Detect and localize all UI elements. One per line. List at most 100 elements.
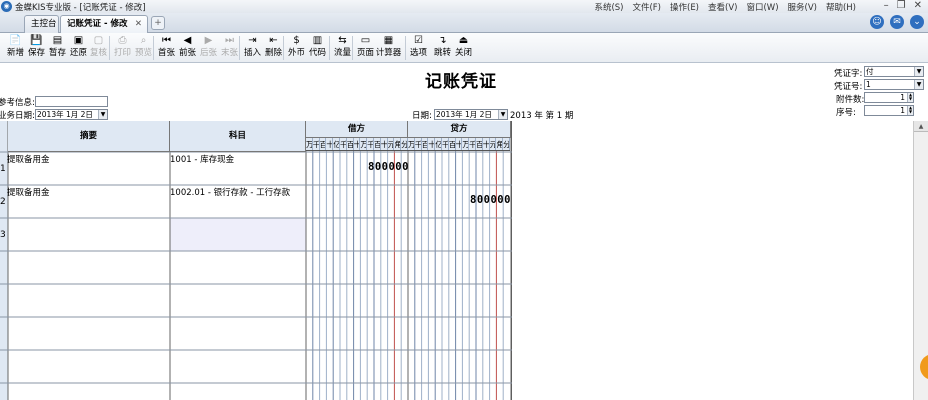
chevron-down-icon[interactable]: ▼ [914, 80, 923, 89]
preview-button[interactable]: ⌕ 预览 [133, 34, 154, 59]
delete-button[interactable]: ⇤ 删除 [263, 34, 284, 59]
digit-label: 千 [339, 138, 347, 150]
digit-label: 十 [353, 138, 361, 150]
code-button[interactable]: ▥ 代码 [307, 34, 328, 59]
voucher-word-label: 凭证字: [834, 69, 863, 79]
insert-icon: ⇥ [248, 35, 257, 46]
scroll-up-icon[interactable]: ▲ [914, 121, 928, 132]
digit-label: 十 [326, 138, 334, 150]
new-icon: 📄 [9, 35, 22, 46]
credit-digit-header: 万千百十亿千百十万千百十元角分 [408, 138, 510, 151]
menu-item[interactable]: 窗口(W) [746, 1, 778, 13]
calculator-label: 计算器 [375, 48, 402, 58]
summary-cell[interactable]: 提取备用金 [7, 186, 50, 198]
ref-info-label: 参考信息: [0, 98, 35, 108]
account-cell[interactable]: 1001 - 库存现金 [170, 153, 234, 165]
smiley-icon[interactable]: ☺ [870, 15, 884, 29]
digit-label: 千 [414, 138, 422, 150]
digit-label: 百 [319, 138, 327, 150]
chevron-down-icon[interactable]: ▼ [98, 110, 107, 119]
menu-item[interactable]: 服务(V) [788, 1, 817, 13]
credit-amount[interactable]: 800000 [470, 194, 511, 206]
close-button[interactable]: ⏏ 关闭 [453, 34, 474, 59]
row-number: 2 [0, 197, 6, 207]
digit-label: 千 [367, 138, 374, 150]
menu-item[interactable]: 帮助(H) [826, 1, 856, 13]
voucher-title: 记账凭证 [425, 72, 497, 92]
chevron-down-icon[interactable]: ▼ [498, 110, 507, 119]
flow-icon: ⇆ [338, 35, 347, 46]
review-button[interactable]: ▢ 复核 [88, 34, 109, 59]
page-icon: ▭ [360, 35, 371, 46]
last-icon: ⏭ [225, 35, 234, 46]
digit-label: 分 [503, 138, 510, 150]
ref-info-input[interactable] [35, 96, 108, 107]
currency-icon: $ [293, 35, 300, 46]
flow-button[interactable]: ⇆ 流量 [332, 34, 353, 59]
tab-voucher-label: 记账凭证 - 修改 [67, 19, 128, 29]
toolbar-separator [405, 36, 406, 60]
row-number: 3 [0, 230, 6, 240]
digit-label: 千 [441, 138, 449, 150]
digit-label: 千 [312, 138, 320, 150]
sequence-stepper[interactable]: 1 ▲ ▼ [864, 105, 914, 116]
digit-label: 十 [428, 138, 436, 150]
toolbar-separator [109, 36, 110, 60]
digit-label: 万 [408, 138, 415, 150]
restore-icon[interactable]: ❐ [897, 0, 906, 11]
last-button[interactable]: ⏭ 末张 [219, 34, 240, 59]
message-icon[interactable]: ✉ [890, 15, 904, 29]
review-label: 复核 [89, 48, 107, 58]
print-icon: ⎙ [118, 35, 127, 46]
menu-bar: 系统(S) 文件(F) 操作(E) 查看(V) 窗口(W) 服务(V) 帮助(H) [594, 1, 856, 13]
code-label: 代码 [308, 48, 326, 58]
options-button[interactable]: ☑ 选项 [408, 34, 429, 59]
spin-arrows-icon[interactable]: ▲ ▼ [907, 106, 913, 115]
spin-arrows-icon[interactable]: ▲ ▼ [907, 93, 913, 102]
voucher-header: 记账凭证 参考信息: 业务日期: 2013年 1月 2日 ▼ 日期: 2013年… [0, 63, 928, 121]
first-icon: ⏮ [162, 35, 171, 46]
menu-item[interactable]: 文件(F) [632, 1, 661, 13]
debit-amount[interactable]: 800000 [368, 161, 409, 173]
attachments-stepper[interactable]: 1 ▲ ▼ [864, 92, 914, 103]
close-label: 关闭 [454, 48, 472, 58]
tab-voucher-edit[interactable]: 记账凭证 - 修改 ✕ [60, 15, 148, 33]
calculator-button[interactable]: ▦ 计算器 [375, 34, 402, 59]
menu-item[interactable]: 操作(E) [670, 1, 699, 13]
digit-label: 百 [373, 138, 381, 150]
chevron-down-icon[interactable]: ⌄ [910, 15, 924, 29]
minimize-icon[interactable]: – [884, 0, 889, 11]
close-tab-icon[interactable]: ✕ [135, 16, 142, 32]
digit-label: 十 [380, 138, 388, 150]
voucher-word-value: 付 [866, 67, 874, 76]
chevron-down-icon[interactable]: ▼ [914, 67, 923, 76]
window-controls: – ❐ ✕ [884, 0, 922, 11]
page-button[interactable]: ▭ 页面 [355, 34, 376, 59]
save-icon: 💾 [30, 35, 43, 46]
voucher-no-select[interactable]: 1 ▼ [864, 79, 924, 90]
review-icon: ▢ [93, 35, 104, 46]
next-icon: ▶ [204, 35, 213, 46]
toolbar-separator [329, 36, 330, 60]
menu-item[interactable]: 系统(S) [594, 1, 623, 13]
new-tab-icon[interactable]: + [151, 16, 165, 30]
biz-date-picker[interactable]: 2013年 1月 2日 ▼ [35, 109, 108, 120]
account-cell[interactable]: 1002.01 - 银行存款 - 工行存款 [170, 186, 290, 198]
date-value: 2013年 1月 2日 [436, 110, 492, 119]
tab-bar-actions: ☺ ✉ ⌄ [870, 15, 924, 29]
close-icon: ⏏ [458, 35, 469, 46]
voucher-word-select[interactable]: 付 ▼ [864, 66, 924, 77]
digit-label: 百 [346, 138, 354, 150]
digit-label: 分 [401, 138, 408, 150]
date-picker[interactable]: 2013年 1月 2日 ▼ [434, 109, 508, 120]
menu-item[interactable]: 查看(V) [708, 1, 737, 13]
toolbar-separator [239, 36, 240, 60]
digit-label: 百 [421, 138, 429, 150]
calculator-icon: ▦ [383, 35, 394, 46]
tab-home[interactable]: 主控台 [24, 15, 59, 33]
debit-digit-header: 万千百十亿千百十万千百十元角分 [306, 138, 408, 151]
summary-cell[interactable]: 提取备用金 [7, 153, 50, 165]
voucher-entry-grid[interactable]: 摘要 科目 借方 贷方 万千百十亿千百十万千百十元角分 万千百十亿千百十万千百十… [0, 121, 512, 400]
attachments-value: 1 [900, 93, 905, 102]
close-window-icon[interactable]: ✕ [914, 0, 922, 11]
